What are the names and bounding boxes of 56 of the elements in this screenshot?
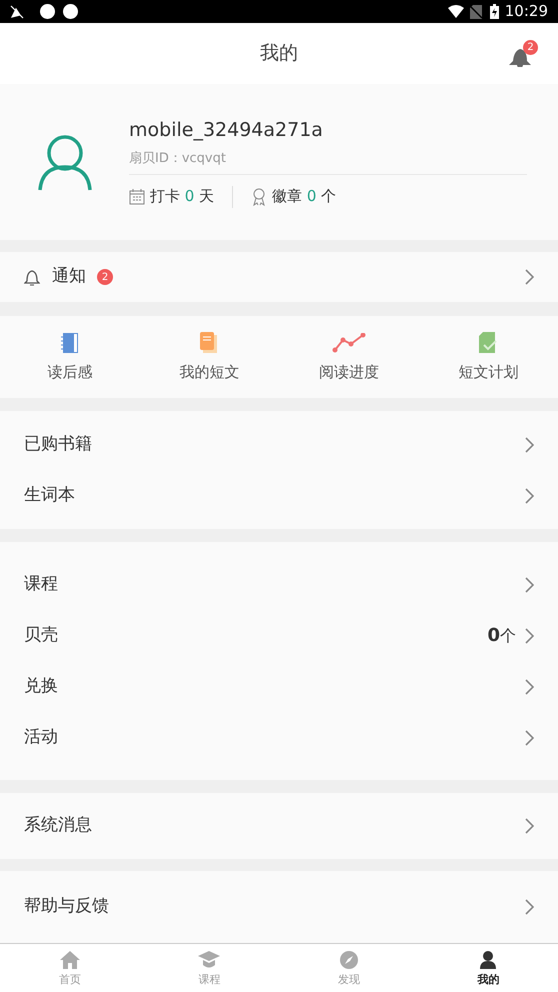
- username: mobile_32494a271a: [129, 118, 324, 144]
- menu-label: 帮助与反馈: [24, 895, 109, 918]
- chevron-right-icon: [524, 678, 534, 694]
- chevron-right-icon: [524, 436, 534, 452]
- chevron-right-icon: [524, 628, 534, 644]
- document-check-icon: [479, 332, 498, 354]
- bell-icon: [24, 268, 40, 286]
- menu-label: 兑换: [24, 674, 58, 698]
- menu-row[interactable]: 生词本: [0, 470, 558, 521]
- chevron-right-icon: [524, 488, 534, 504]
- menu-label: 课程: [24, 572, 58, 596]
- badge: 2: [523, 40, 538, 55]
- shortcut-button[interactable]: 读后感: [0, 316, 140, 398]
- chevron-right-icon: [524, 576, 534, 592]
- status-time: 10:29: [504, 1, 548, 22]
- medal-icon: [251, 188, 268, 206]
- menu-label: 活动: [24, 726, 58, 749]
- menu-row[interactable]: 活动: [0, 712, 558, 763]
- shortcut-button[interactable]: 我的短文: [140, 316, 279, 398]
- menu-label: 已购书籍: [24, 432, 92, 456]
- menu-row[interactable]: 系统消息: [0, 801, 558, 851]
- tab[interactable]: 我的: [418, 944, 558, 992]
- no-sim-icon: [470, 4, 482, 18]
- menu-row[interactable]: 课程: [0, 559, 558, 610]
- avatar-icon: [38, 133, 92, 191]
- user-id: 扇贝ID：vcqvqt: [129, 150, 227, 168]
- chevron-right-icon: [524, 818, 534, 834]
- person-icon: [480, 951, 496, 970]
- notice-label: 通知: [52, 265, 86, 288]
- notebook-icon: [60, 332, 79, 354]
- badge: 2: [97, 269, 113, 285]
- shortcut-button[interactable]: 阅读进度: [279, 316, 418, 398]
- menu-row[interactable]: 兑换: [0, 661, 558, 712]
- shortcut-button[interactable]: 短文计划: [418, 316, 558, 398]
- compass-icon: [340, 951, 358, 970]
- chevron-right-icon: [524, 899, 534, 915]
- home-icon: [60, 951, 80, 970]
- battery-icon: [490, 4, 499, 19]
- menu-row[interactable]: 贝壳 0个: [0, 610, 558, 661]
- wifi-icon: [448, 5, 464, 18]
- stat-text: 徽章 0 个: [272, 186, 336, 208]
- calendar-icon: [129, 188, 145, 204]
- notice-row[interactable]: 通知 2: [0, 252, 558, 302]
- chevron-right-icon: [524, 269, 534, 285]
- menu-value: 0个: [487, 624, 516, 648]
- book-icon: [200, 332, 218, 354]
- chevron-right-icon: [524, 730, 534, 746]
- menu-label: 系统消息: [24, 814, 92, 838]
- stat-text: 打卡 0 天: [150, 186, 214, 208]
- menu-label: 生词本: [24, 484, 75, 507]
- graduation-cap-icon: [198, 951, 220, 970]
- menu-row[interactable]: 帮助与反馈: [0, 878, 558, 936]
- line-chart-icon: [332, 332, 366, 353]
- page-title: 我的: [260, 41, 298, 66]
- menu-label: 贝壳: [24, 624, 58, 647]
- menu-row[interactable]: 已购书籍: [0, 419, 558, 470]
